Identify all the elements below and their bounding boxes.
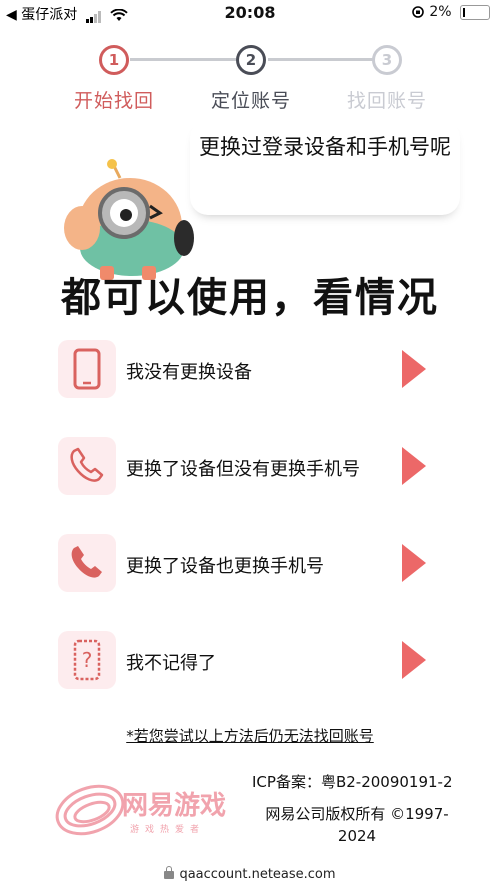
arrow-right-icon[interactable] bbox=[402, 350, 426, 388]
option-no-device-change[interactable]: 我没有更换设备 bbox=[58, 340, 448, 400]
option-icon-box: ? bbox=[58, 631, 116, 689]
arrow-right-icon[interactable] bbox=[402, 447, 426, 485]
option-label[interactable]: 更换了设备但没有更换手机号 bbox=[126, 455, 360, 481]
option-label[interactable]: 我不记得了 bbox=[126, 649, 216, 675]
logo-slogan: 游戏热爱者 bbox=[130, 823, 205, 835]
step-3-circle: 3 bbox=[372, 45, 402, 75]
copyright: 网易公司版权所有 ©1997-2024 bbox=[265, 805, 449, 845]
icp-record: ICP备案：粤B2-20090191-2 bbox=[252, 773, 453, 791]
status-right: 2% bbox=[411, 4, 490, 20]
option-device-and-phone-changed[interactable]: 更换了设备也更换手机号 bbox=[58, 534, 448, 594]
speech-bubble: 更换过登录设备和手机号呢 bbox=[190, 120, 460, 215]
option-label[interactable]: 更换了设备也更换手机号 bbox=[126, 552, 324, 578]
url-text[interactable]: qaaccount.netease.com bbox=[179, 867, 335, 882]
step-2-label: 定位账号 bbox=[211, 90, 292, 112]
option-dont-remember[interactable]: ? 我不记得了 bbox=[58, 631, 448, 691]
phone-icon bbox=[73, 348, 101, 390]
option-icon-box bbox=[58, 340, 116, 398]
svg-text:?: ? bbox=[82, 648, 93, 672]
logo-swirl-icon: 网易游戏 游戏热爱者 bbox=[55, 784, 226, 836]
step-1-label: 开始找回 bbox=[74, 90, 155, 112]
address-bar[interactable]: qaaccount.netease.com bbox=[0, 865, 500, 882]
headline: 都可以使用，看情况 bbox=[61, 275, 439, 321]
handset-filled-icon bbox=[71, 546, 102, 578]
bubble-text: 更换过登录设备和手机号呢 bbox=[199, 135, 451, 159]
status-bar: ◀ 蛋仔派对 20:08 2% bbox=[0, 0, 500, 26]
option-label[interactable]: 我没有更换设备 bbox=[126, 358, 252, 384]
step-3-label: 找回账号 bbox=[347, 90, 428, 112]
battery-percent: 2% bbox=[429, 4, 452, 20]
battery-icon bbox=[460, 4, 490, 20]
help-link[interactable]: *若您尝试以上方法后仍无法找回账号 bbox=[0, 725, 500, 746]
logo-text: 网易游戏 bbox=[122, 791, 226, 821]
step-connector bbox=[130, 58, 236, 61]
netease-games-logo: 网易游戏 游戏热爱者 bbox=[50, 770, 250, 840]
arrow-right-icon[interactable] bbox=[402, 641, 426, 679]
orientation-lock-icon bbox=[412, 6, 424, 18]
lock-icon bbox=[164, 865, 175, 879]
option-icon-box bbox=[58, 534, 116, 592]
arrow-right-icon[interactable] bbox=[402, 544, 426, 582]
progress-stepper: 1 2 3 开始找回 定位账号 找回账号 bbox=[0, 40, 500, 120]
question-icon: ? bbox=[73, 639, 101, 681]
handset-outline-icon bbox=[70, 447, 104, 482]
option-icon-box bbox=[58, 437, 116, 495]
step-1-circle: 1 bbox=[99, 45, 129, 75]
option-device-changed-same-phone[interactable]: 更换了设备但没有更换手机号 bbox=[58, 437, 448, 497]
step-2-circle: 2 bbox=[236, 45, 266, 75]
step-connector bbox=[268, 58, 374, 61]
